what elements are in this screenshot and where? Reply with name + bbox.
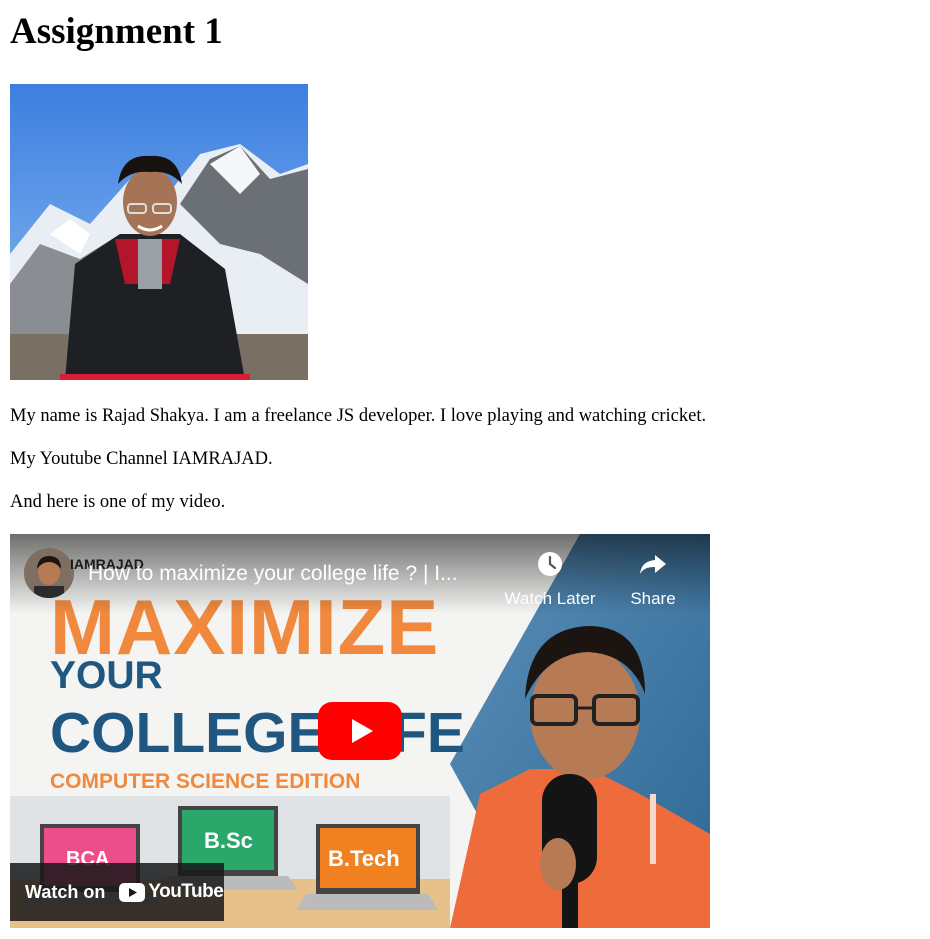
watch-on-label: Watch on — [25, 881, 106, 902]
youtube-play-icon — [119, 882, 146, 902]
youtube-logo: YouTube — [119, 881, 224, 903]
watch-later-button[interactable]: Watch Later — [500, 550, 600, 609]
youtube-embed[interactable]: MAXIMIZE YOUR COLLEGE LIFE COMPUTER SCIE… — [10, 534, 710, 928]
channel-paragraph: My Youtube Channel IAMRAJAD. — [10, 449, 273, 469]
video-intro-paragraph: And here is one of my video. — [10, 492, 226, 512]
thumbnail-subtitle: COMPUTER SCIENCE EDITION — [50, 770, 361, 793]
watch-on-youtube-button[interactable]: Watch on YouTube — [10, 863, 224, 921]
profile-photo — [10, 84, 308, 380]
watch-later-label: Watch Later — [504, 589, 596, 608]
laptop-label-bsc: B.Sc — [204, 828, 253, 853]
clock-icon — [538, 552, 562, 576]
thumbnail-headline-3: COLLEGE LIFE — [50, 701, 465, 765]
youtube-wordmark: YouTube — [148, 881, 224, 902]
thumbnail-headline-2: YOUR — [50, 654, 163, 697]
channel-avatar[interactable] — [24, 548, 74, 598]
page-title: Assignment 1 — [10, 11, 223, 52]
play-button[interactable] — [318, 702, 402, 760]
video-title-link[interactable]: How to maximize your college life ? | I.… — [88, 562, 458, 586]
share-label: Share — [630, 589, 676, 608]
avatar-image — [24, 548, 74, 598]
laptop-label-btech: B.Tech — [328, 846, 400, 871]
share-button[interactable]: Share — [603, 550, 703, 609]
share-icon — [640, 555, 666, 574]
intro-paragraph: My name is Rajad Shakya. I am a freelanc… — [10, 406, 707, 426]
